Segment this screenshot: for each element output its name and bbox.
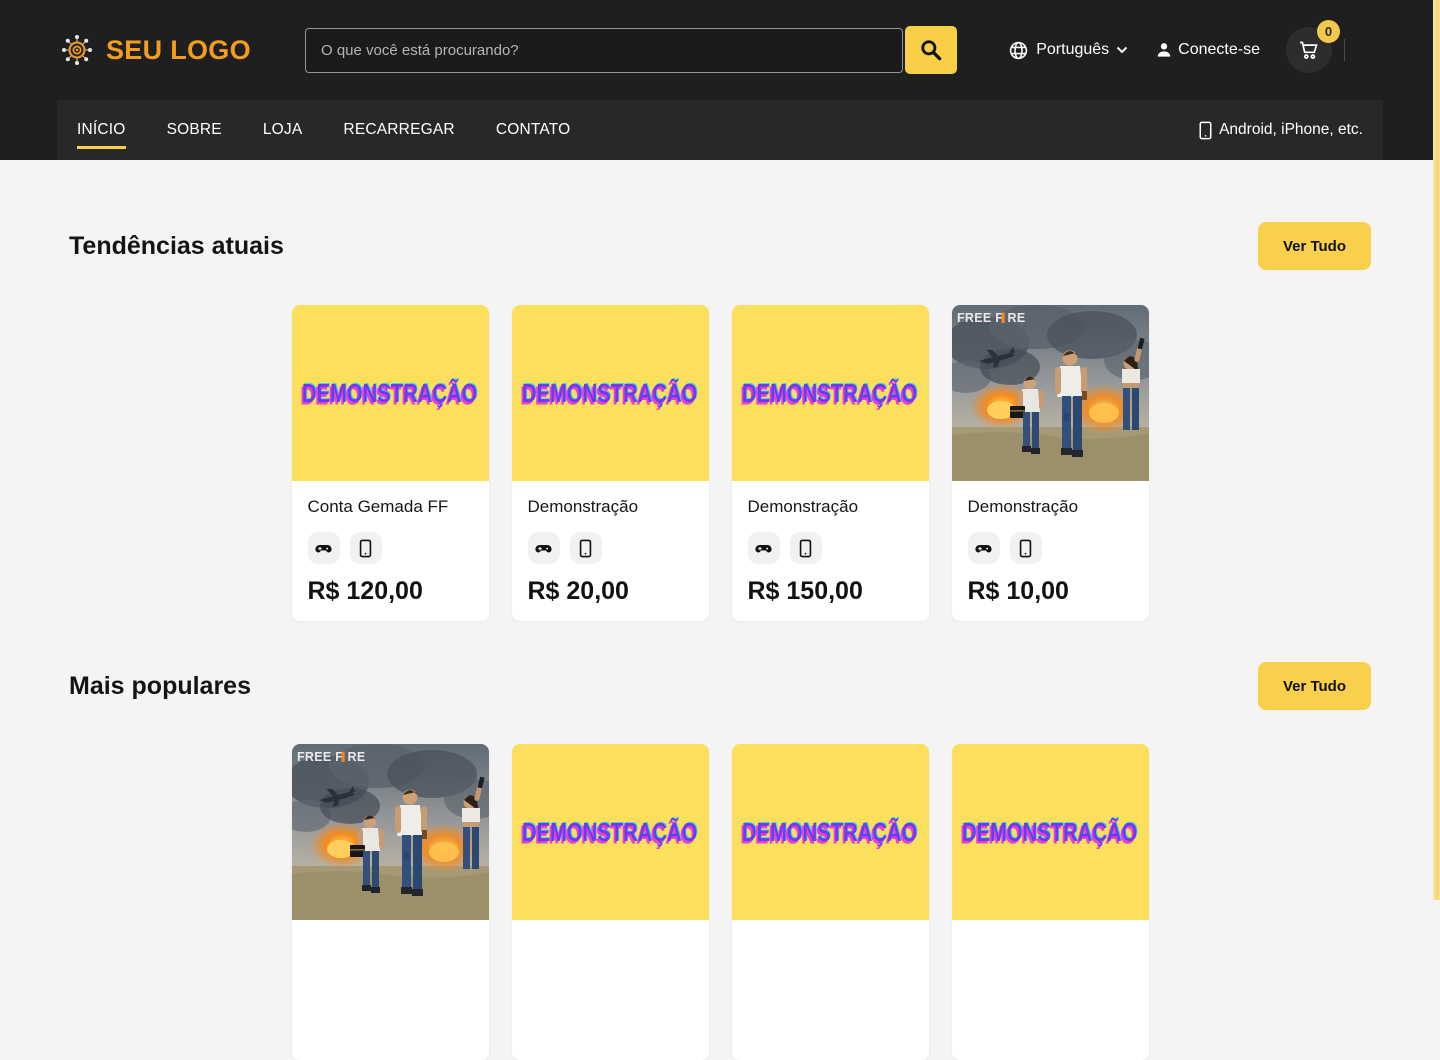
popular-cards-row: DEMONSTRAÇÃO DEMONSTRAÇÃO DEMONSTRAÇÃO bbox=[69, 744, 1371, 1060]
demo-image-text: DEMONSTRAÇÃO bbox=[742, 378, 917, 409]
device-note-label: Android, iPhone, etc. bbox=[1219, 121, 1363, 139]
main-nav: INÍCIO SOBRE LOJA RECARREGAR CONTATO And… bbox=[0, 100, 1440, 160]
gamepad-icon bbox=[754, 539, 773, 558]
nav-label: SOBRE bbox=[167, 121, 222, 138]
platform-chip-console bbox=[748, 532, 780, 564]
mobile-icon bbox=[1017, 539, 1034, 558]
login-link[interactable]: Conecte-se bbox=[1154, 40, 1260, 60]
globe-icon bbox=[1008, 40, 1029, 61]
product-card[interactable]: DEMONSTRAÇÃO Demonstração bbox=[732, 305, 929, 621]
nav-label: RECARREGAR bbox=[343, 121, 454, 138]
user-icon bbox=[1154, 40, 1174, 60]
product-price: R$ 10,00 bbox=[968, 577, 1133, 606]
header-divider bbox=[1344, 39, 1345, 61]
language-label: Português bbox=[1036, 41, 1109, 59]
demo-image-text: DEMONSTRAÇÃO bbox=[302, 378, 477, 409]
product-card[interactable]: DEMONSTRAÇÃO bbox=[512, 744, 709, 1060]
demo-image-text: DEMONSTRAÇÃO bbox=[962, 817, 1137, 848]
product-price: R$ 120,00 bbox=[308, 577, 473, 606]
cart-area: 0 bbox=[1286, 27, 1345, 73]
product-title: Conta Gemada FF bbox=[308, 497, 473, 517]
product-image-demo: DEMONSTRAÇÃO bbox=[732, 305, 929, 481]
cart-button[interactable]: 0 bbox=[1286, 27, 1332, 73]
search-icon bbox=[918, 37, 944, 63]
product-card[interactable]: DEMONSTRAÇÃO bbox=[732, 744, 929, 1060]
nav-label: LOJA bbox=[263, 121, 303, 138]
page-scrollbar[interactable] bbox=[1433, 0, 1440, 900]
product-image-freefire bbox=[292, 744, 489, 920]
smartphone-icon bbox=[1198, 121, 1213, 140]
nav-label: CONTATO bbox=[496, 121, 571, 138]
site-logo[interactable]: SEU LOGO bbox=[57, 30, 251, 70]
product-price: R$ 150,00 bbox=[748, 577, 913, 606]
freefire-logo-part1: FREE F bbox=[957, 311, 1003, 325]
mobile-icon bbox=[577, 539, 594, 558]
section-popular: Mais populares Ver Tudo DEMONSTRAÇÃO bbox=[69, 662, 1371, 1060]
mobile-icon bbox=[797, 539, 814, 558]
nav-item-contato[interactable]: CONTATO bbox=[496, 121, 571, 139]
search-bar bbox=[305, 26, 957, 74]
platform-chip-mobile bbox=[570, 532, 602, 564]
nav-item-inicio[interactable]: INÍCIO bbox=[77, 121, 126, 139]
logo-text: SEU LOGO bbox=[106, 35, 251, 66]
demo-image-text: DEMONSTRAÇÃO bbox=[742, 817, 917, 848]
product-card[interactable]: DEMONSTRAÇÃO bbox=[952, 744, 1149, 1060]
product-image-demo: DEMONSTRAÇÃO bbox=[292, 305, 489, 481]
see-all-popular-button[interactable]: Ver Tudo bbox=[1258, 662, 1371, 710]
main-content: Tendências atuais Ver Tudo DEMONSTRAÇÃO … bbox=[0, 160, 1440, 1060]
product-image-demo: DEMONSTRAÇÃO bbox=[512, 744, 709, 920]
platform-chip-mobile bbox=[1010, 532, 1042, 564]
platform-chip-console bbox=[968, 532, 1000, 564]
product-image-freefire: FREE F RE bbox=[952, 305, 1149, 481]
chevron-down-icon bbox=[1116, 46, 1128, 54]
platform-chip-console bbox=[528, 532, 560, 564]
header-actions: Português Conecte-se bbox=[1008, 0, 1345, 100]
cart-count-badge: 0 bbox=[1317, 20, 1340, 43]
product-card[interactable]: DEMONSTRAÇÃO Conta Gemada FF bbox=[292, 305, 489, 621]
product-image-demo: DEMONSTRAÇÃO bbox=[512, 305, 709, 481]
section-trending: Tendências atuais Ver Tudo DEMONSTRAÇÃO … bbox=[69, 222, 1371, 621]
search-button[interactable] bbox=[905, 26, 957, 74]
gamepad-icon bbox=[314, 539, 333, 558]
product-card[interactable]: FREE F RE Demonstração bbox=[952, 305, 1149, 621]
gamepad-icon bbox=[534, 539, 553, 558]
freefire-logo-part2: RE bbox=[1007, 311, 1025, 325]
demo-image-text: DEMONSTRAÇÃO bbox=[522, 817, 697, 848]
platform-chip-console bbox=[308, 532, 340, 564]
active-indicator bbox=[77, 146, 126, 149]
cart-icon bbox=[1297, 38, 1321, 62]
login-label: Conecte-se bbox=[1178, 41, 1260, 59]
site-header: SEU LOGO Português bbox=[0, 0, 1440, 100]
nav-container: INÍCIO SOBRE LOJA RECARREGAR CONTATO And… bbox=[57, 100, 1383, 160]
product-title: Demonstração bbox=[968, 497, 1133, 517]
gamepad-icon bbox=[974, 539, 993, 558]
product-card[interactable] bbox=[292, 744, 489, 1060]
product-image-demo: DEMONSTRAÇÃO bbox=[952, 744, 1149, 920]
see-all-trending-button[interactable]: Ver Tudo bbox=[1258, 222, 1371, 270]
nav-label: INÍCIO bbox=[77, 121, 126, 138]
search-input[interactable] bbox=[305, 28, 903, 73]
nav-item-sobre[interactable]: SOBRE bbox=[167, 121, 222, 139]
device-note: Android, iPhone, etc. bbox=[1198, 121, 1363, 140]
product-title: Demonstração bbox=[748, 497, 913, 517]
platform-chip-mobile bbox=[350, 532, 382, 564]
product-image-demo: DEMONSTRAÇÃO bbox=[732, 744, 929, 920]
platform-chip-mobile bbox=[790, 532, 822, 564]
nav-item-recarregar[interactable]: RECARREGAR bbox=[343, 121, 454, 139]
product-price: R$ 20,00 bbox=[528, 577, 693, 606]
mobile-icon bbox=[357, 539, 374, 558]
logo-icon bbox=[57, 30, 97, 70]
product-card[interactable]: DEMONSTRAÇÃO Demonstração bbox=[512, 305, 709, 621]
product-title: Demonstração bbox=[528, 497, 693, 517]
demo-image-text: DEMONSTRAÇÃO bbox=[522, 378, 697, 409]
section-title-popular: Mais populares bbox=[69, 672, 251, 701]
language-selector[interactable]: Português bbox=[1008, 40, 1128, 61]
nav-item-loja[interactable]: LOJA bbox=[263, 121, 303, 139]
section-title-trending: Tendências atuais bbox=[69, 232, 284, 261]
trending-cards-row: DEMONSTRAÇÃO Conta Gemada FF bbox=[69, 305, 1371, 621]
